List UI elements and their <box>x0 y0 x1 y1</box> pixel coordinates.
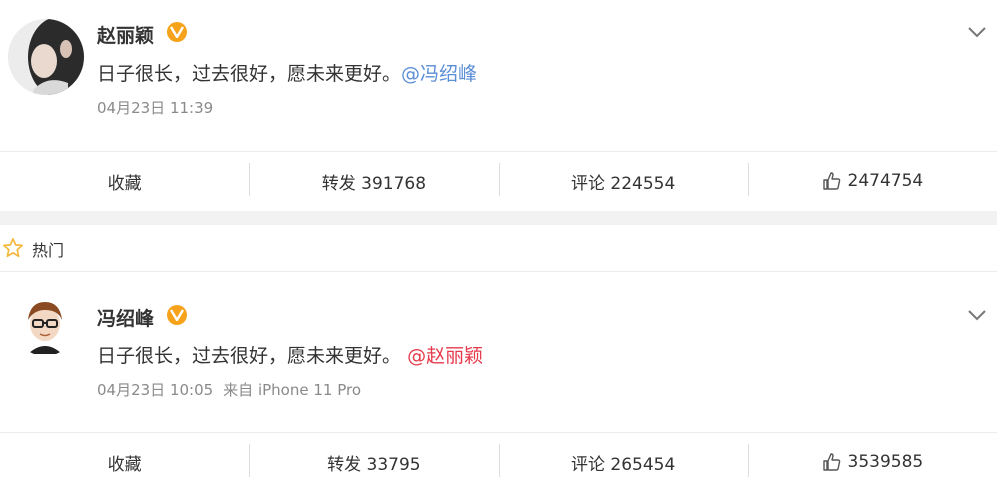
hot-section-header: 热门 <box>0 225 997 272</box>
favorite-button[interactable]: 收藏 <box>0 433 249 491</box>
repost-button[interactable]: 转发 33795 <box>249 433 498 491</box>
comment-label: 评论 265454 <box>570 454 676 475</box>
verified-v-icon <box>167 305 187 325</box>
repost-button[interactable]: 转发 391768 <box>249 152 498 210</box>
verified-v-icon <box>167 22 187 42</box>
like-count: 3539585 <box>847 452 924 472</box>
like-count: 2474754 <box>847 171 924 191</box>
chevron-down-icon[interactable] <box>967 24 987 38</box>
thumbs-up-icon <box>822 172 840 190</box>
action-bar: 收藏 转发 33795 评论 265454 3539585 <box>0 432 997 491</box>
post-meta: 04月23日 10:05 来自 iPhone 11 Pro <box>97 379 361 400</box>
star-outline-icon <box>3 238 23 258</box>
mention-link[interactable]: @冯绍峰 <box>401 63 477 85</box>
comment-label: 评论 224554 <box>570 173 676 194</box>
favorite-label: 收藏 <box>107 173 142 194</box>
hot-section-label: 热门 <box>32 241 65 260</box>
post-content: 日子很长，过去很好，愿未来更好。@冯绍峰 <box>97 59 477 86</box>
chevron-down-icon[interactable] <box>967 307 987 321</box>
post-time[interactable]: 04月23日 11:39 <box>97 99 213 117</box>
avatar[interactable] <box>8 19 84 95</box>
action-bar: 收藏 转发 391768 评论 224554 2474754 <box>0 151 997 210</box>
thumbs-up-icon <box>822 453 840 471</box>
comment-button[interactable]: 评论 224554 <box>498 152 748 210</box>
username[interactable]: 冯绍峰 <box>97 304 154 331</box>
like-button[interactable]: 3539585 <box>747 433 997 491</box>
comment-button[interactable]: 评论 265454 <box>498 433 748 491</box>
post-text: 日子很长，过去很好，愿未来更好。 <box>97 345 402 367</box>
favorite-button[interactable]: 收藏 <box>0 152 249 210</box>
post-source: 来自 iPhone 11 Pro <box>223 381 361 399</box>
weibo-post: 冯绍峰 日子很长，过去很好，愿未来更好。 @赵丽颖 04月23日 10:05 来自… <box>0 283 997 483</box>
repost-label: 转发 391768 <box>321 173 427 194</box>
weibo-post: 赵丽颖 日子很长，过去很好，愿未来更好。@冯绍峰 04月23日 11:39 收藏… <box>0 0 997 211</box>
post-meta: 04月23日 11:39 <box>97 97 213 118</box>
username[interactable]: 赵丽颖 <box>97 21 154 48</box>
post-text: 日子很长，过去很好，愿未来更好。 <box>97 63 402 85</box>
like-button[interactable]: 2474754 <box>747 152 997 210</box>
post-content: 日子很长，过去很好，愿未来更好。 @赵丽颖 <box>97 341 483 368</box>
favorite-label: 收藏 <box>107 454 142 475</box>
mention-link[interactable]: @赵丽颖 <box>407 345 483 367</box>
section-divider <box>0 211 997 225</box>
avatar[interactable] <box>14 294 76 356</box>
post-time[interactable]: 04月23日 10:05 <box>97 381 213 399</box>
repost-label: 转发 33795 <box>327 454 421 475</box>
